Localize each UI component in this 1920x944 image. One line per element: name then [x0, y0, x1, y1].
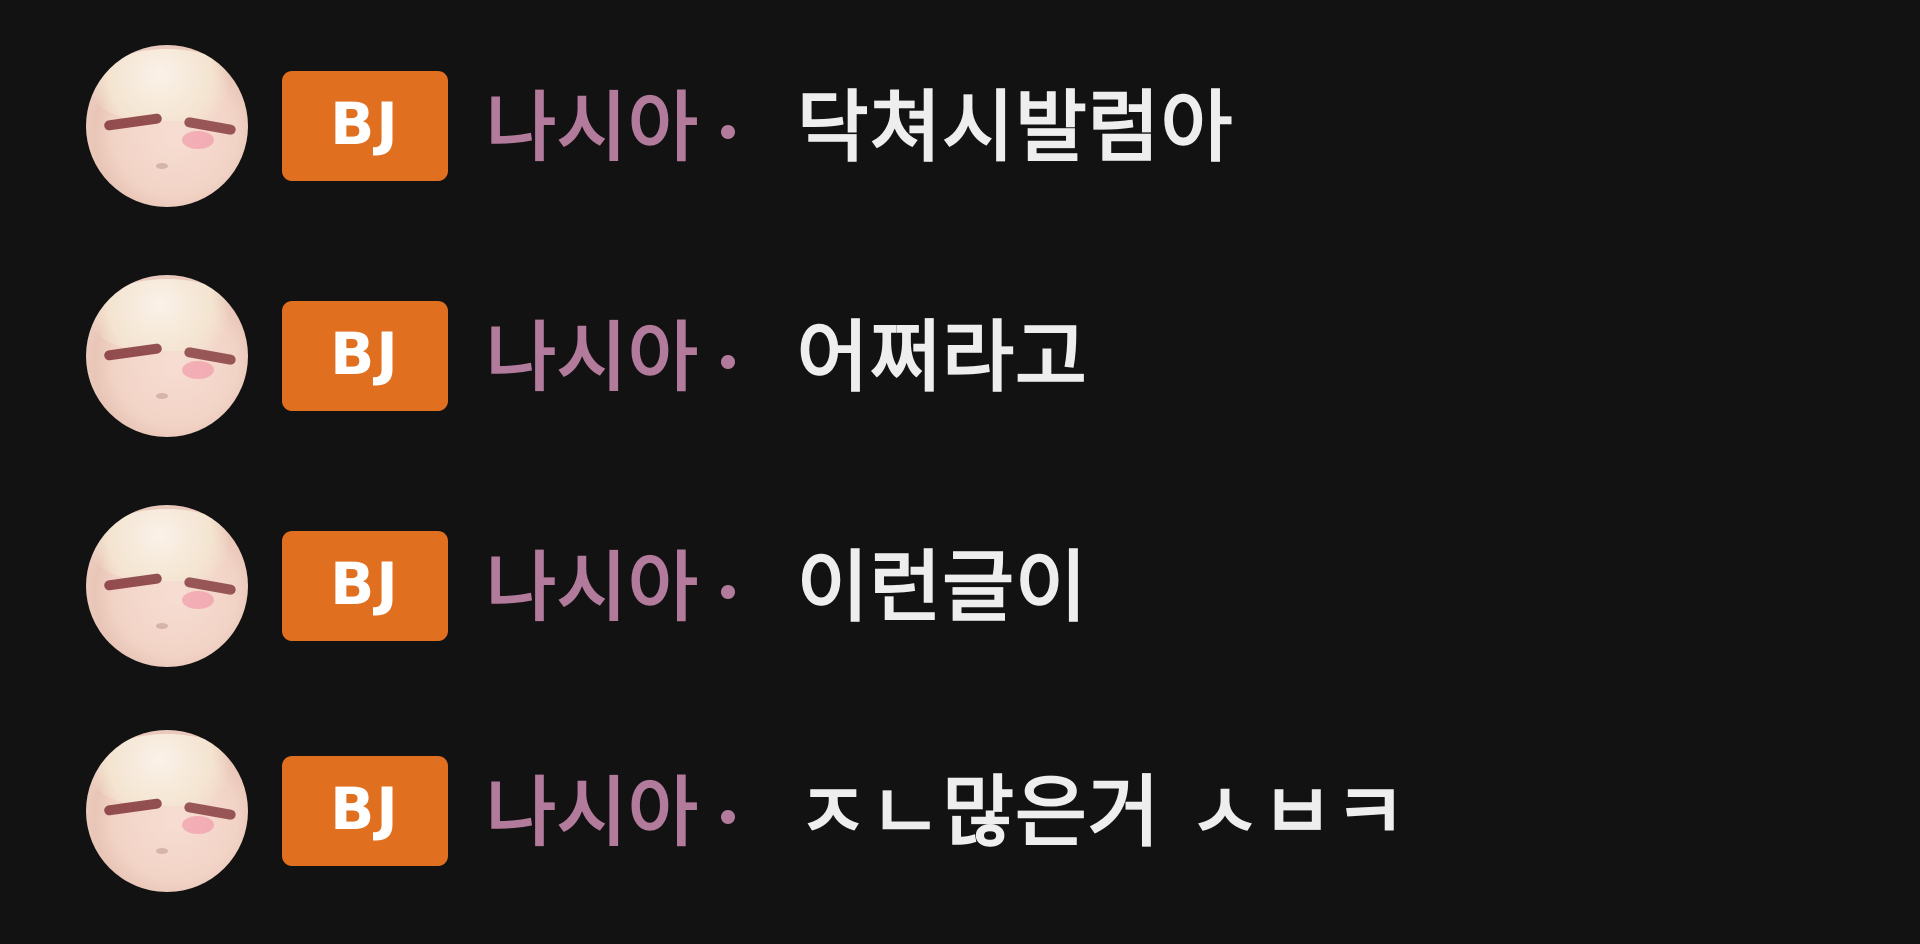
bj-badge: BJ [282, 531, 448, 641]
avatar-hair [92, 49, 242, 121]
avatar-mouth [156, 623, 168, 629]
chat-message-list: BJ 나시아 닥쳐시발럼아 BJ 나시아 어쩌라고 BJ 나시아 이런글이 BJ… [0, 0, 1920, 944]
chat-message-row: BJ 나시아 닥쳐시발럼아 [86, 42, 1233, 210]
avatar-blush [182, 591, 214, 609]
chat-message-row: BJ 나시아 ㅈㄴ많은거 ㅅㅂㅋ [86, 727, 1407, 895]
avatar-blush [182, 131, 214, 149]
bj-badge-label: BJ [330, 320, 400, 388]
user-avatar[interactable] [86, 275, 248, 437]
bj-badge-label: BJ [330, 775, 400, 843]
avatar-blush [182, 361, 214, 379]
chat-message-row: BJ 나시아 이런글이 [86, 502, 1088, 670]
avatar-hair [92, 279, 242, 351]
bj-badge-label: BJ [330, 90, 400, 158]
separator-dot [720, 125, 735, 139]
avatar-mouth [156, 163, 168, 169]
username[interactable]: 나시아 [486, 550, 699, 626]
avatar-mouth [156, 393, 168, 399]
message-text: ㅈㄴ많은거 ㅅㅂㅋ [796, 768, 1408, 858]
separator-dot [720, 810, 735, 824]
message-text: 어쩌라고 [796, 313, 1088, 403]
user-avatar[interactable] [86, 730, 248, 892]
message-text: 닥쳐시발럼아 [796, 83, 1234, 173]
user-avatar[interactable] [86, 505, 248, 667]
message-text: 이런글이 [796, 543, 1088, 633]
separator-dot [720, 355, 735, 369]
bj-badge-label: BJ [330, 550, 400, 618]
avatar-blush [182, 816, 214, 834]
username[interactable]: 나시아 [486, 90, 699, 166]
bj-badge: BJ [282, 301, 448, 411]
user-avatar[interactable] [86, 45, 248, 207]
avatar-mouth [156, 848, 168, 854]
avatar-hair [92, 734, 242, 806]
avatar-hair [92, 509, 242, 581]
chat-message-row: BJ 나시아 어쩌라고 [86, 272, 1088, 440]
username[interactable]: 나시아 [486, 320, 699, 396]
username[interactable]: 나시아 [486, 775, 699, 851]
bj-badge: BJ [282, 756, 448, 866]
separator-dot [720, 585, 735, 599]
bj-badge: BJ [282, 71, 448, 181]
